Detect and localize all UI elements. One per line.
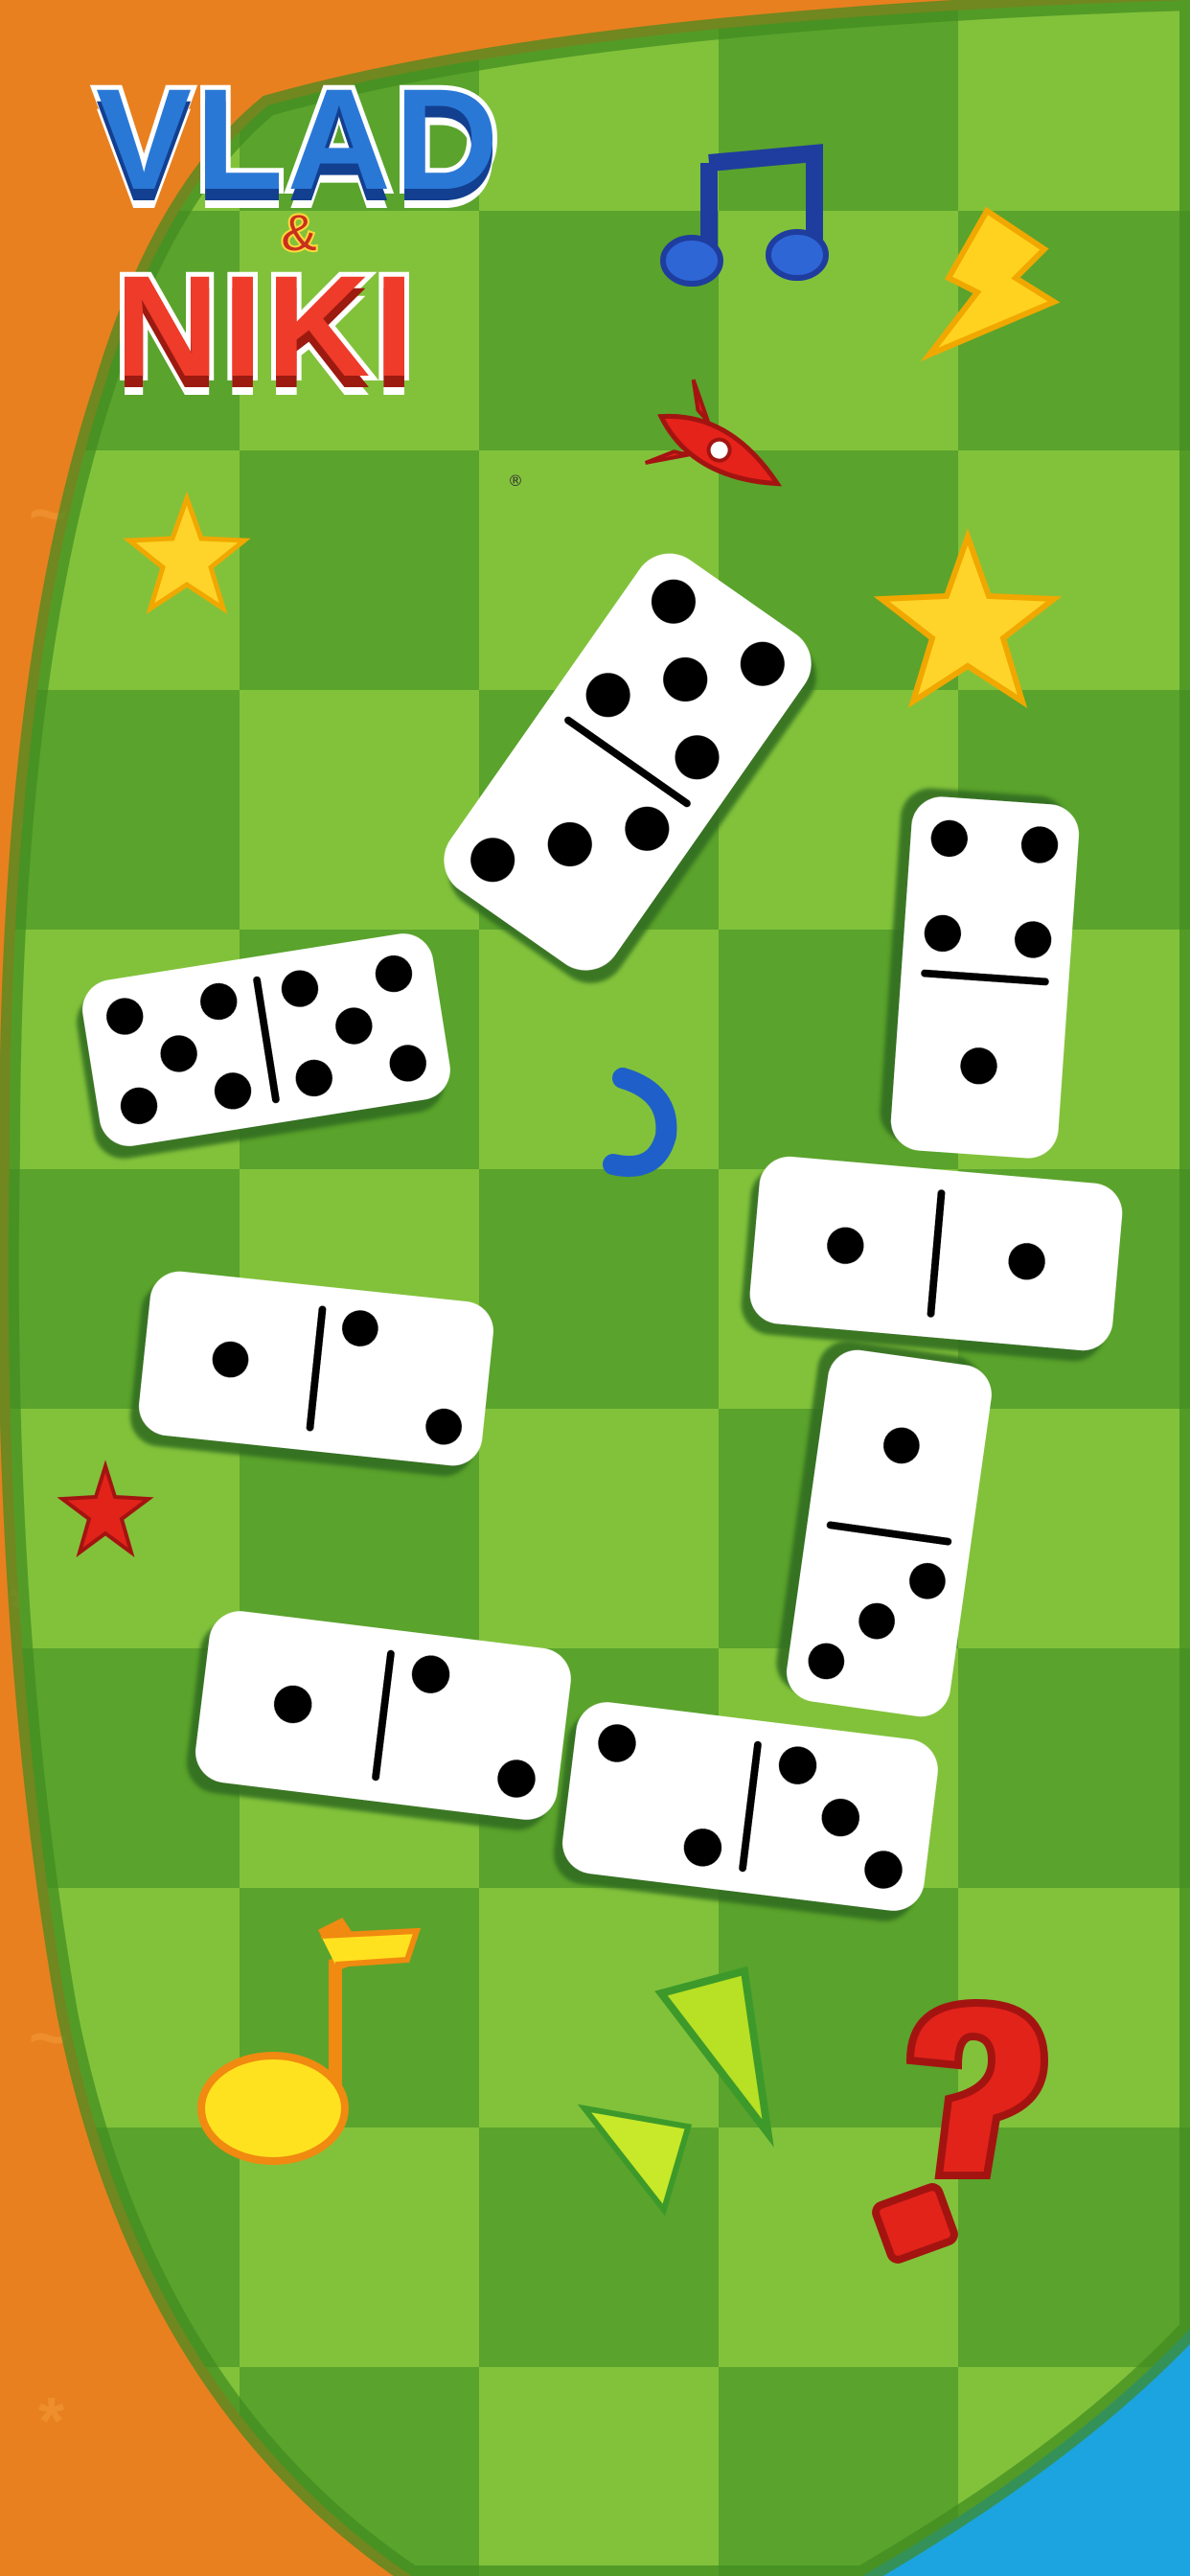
svg-text:*: * [38, 2383, 65, 2458]
registered-mark: ® [508, 472, 523, 490]
domino-tile[interactable] [747, 1154, 1125, 1352]
domino-tile[interactable] [889, 794, 1081, 1160]
logo-bottom-word: NIKI [110, 245, 419, 406]
vlad-and-niki-logo: VLAD & NIKI ® [57, 58, 527, 490]
logo-top-word: VLAD [91, 58, 503, 219]
